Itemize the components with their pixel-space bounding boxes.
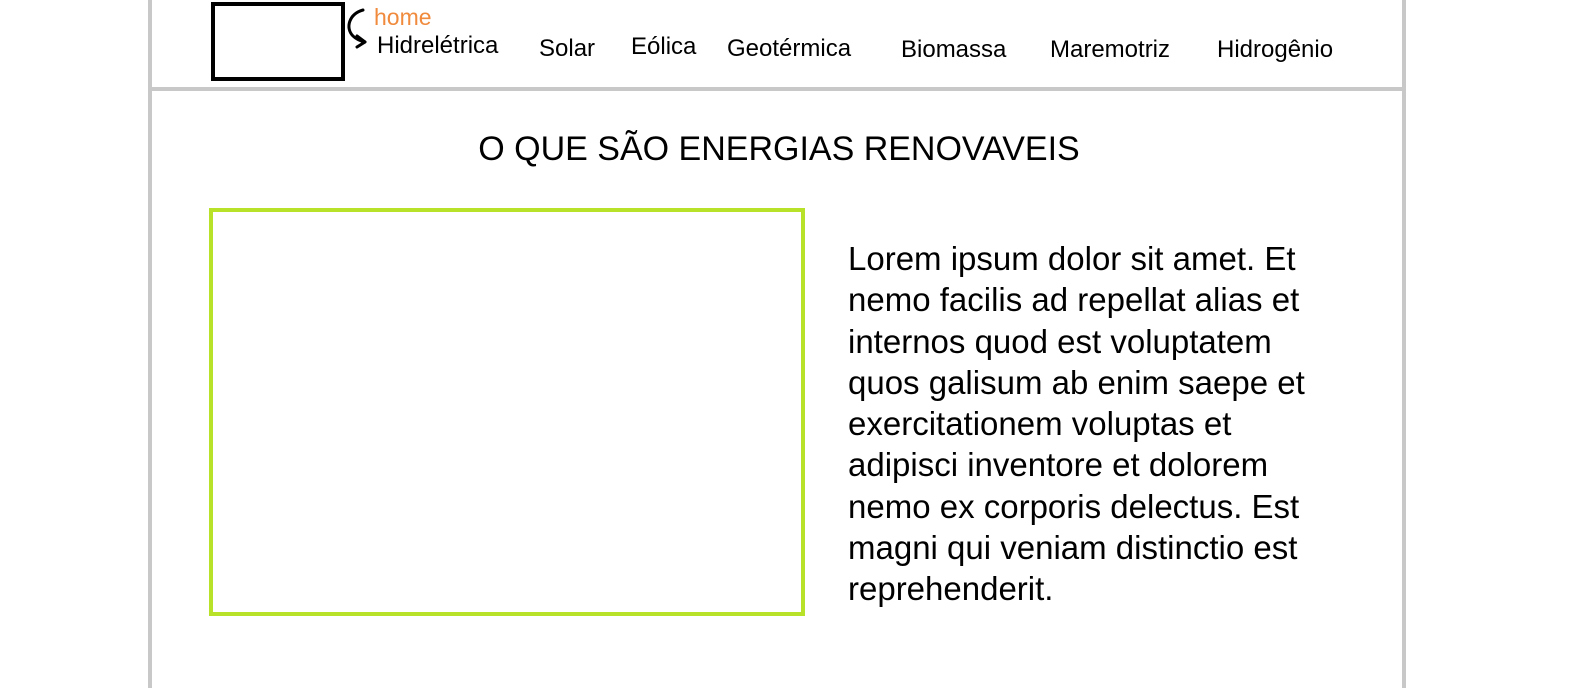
nav-link-eolica[interactable]: Eólica — [631, 32, 696, 62]
page-frame-left-border — [148, 0, 152, 688]
nav-link-hidreletrica[interactable]: Hidrelétrica — [377, 31, 498, 61]
curved-arrow-icon — [347, 8, 367, 49]
nav-link-solar[interactable]: Solar — [539, 34, 595, 64]
header-divider — [152, 87, 1402, 91]
logo-placeholder[interactable] — [211, 2, 345, 81]
image-placeholder — [209, 208, 805, 616]
nav-link-biomassa[interactable]: Biomassa — [901, 35, 1006, 65]
body-paragraph: Lorem ipsum dolor sit amet. Et nemo faci… — [848, 240, 1305, 608]
home-annotation-label: home — [374, 4, 432, 30]
nav-link-geotermica[interactable]: Geotérmica — [727, 34, 851, 64]
nav-link-hidrogenio[interactable]: Hidrogênio — [1217, 35, 1333, 65]
page-frame-right-border — [1402, 0, 1406, 688]
nav-link-maremotriz[interactable]: Maremotriz — [1050, 35, 1170, 65]
page-title: O QUE SÃO ENERGIAS RENOVAVEIS — [478, 130, 1080, 168]
